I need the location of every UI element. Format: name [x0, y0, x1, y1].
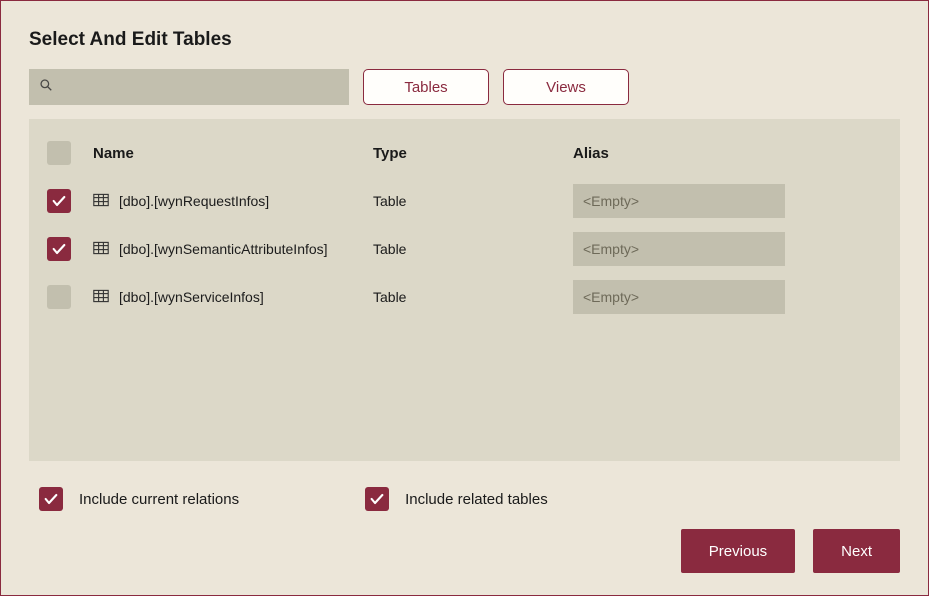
search-icon: [39, 78, 53, 97]
include-related-tables-label: Include related tables: [405, 491, 548, 508]
select-all-checkbox[interactable]: [47, 141, 71, 165]
table-row: [dbo].[wynServiceInfos] Table: [37, 273, 892, 321]
table-row: [dbo].[wynSemanticAttributeInfos] Table: [37, 225, 892, 273]
views-filter-button[interactable]: Views: [503, 69, 629, 105]
row-type: Table: [373, 289, 573, 305]
column-header-type: Type: [373, 145, 573, 162]
next-button[interactable]: Next: [813, 529, 900, 573]
row-checkbox[interactable]: [47, 237, 71, 261]
footer: Previous Next: [29, 529, 900, 573]
row-name: [dbo].[wynRequestInfos]: [119, 193, 269, 209]
tables-filter-button[interactable]: Tables: [363, 69, 489, 105]
row-checkbox[interactable]: [47, 189, 71, 213]
page-title: Select And Edit Tables: [29, 29, 900, 51]
alias-input[interactable]: [573, 232, 785, 266]
table-header-row: Name Type Alias: [37, 129, 892, 177]
include-current-relations-checkbox[interactable]: [39, 487, 63, 511]
toolbar: Tables Views: [29, 69, 900, 105]
previous-button[interactable]: Previous: [681, 529, 795, 573]
alias-input[interactable]: [573, 184, 785, 218]
search-input[interactable]: [53, 69, 339, 105]
include-current-relations-label: Include current relations: [79, 491, 239, 508]
row-type: Table: [373, 193, 573, 209]
row-name: [dbo].[wynSemanticAttributeInfos]: [119, 241, 328, 257]
table-icon: [93, 193, 109, 210]
table-icon: [93, 241, 109, 258]
row-checkbox[interactable]: [47, 285, 71, 309]
table-icon: [93, 289, 109, 306]
table-row: [dbo].[wynRequestInfos] Table: [37, 177, 892, 225]
alias-input[interactable]: [573, 280, 785, 314]
row-type: Table: [373, 241, 573, 257]
search-box[interactable]: [29, 69, 349, 105]
row-name: [dbo].[wynServiceInfos]: [119, 289, 264, 305]
include-related-tables-checkbox[interactable]: [365, 487, 389, 511]
tables-list: Name Type Alias [dbo].[wynRequestInfos] T…: [29, 119, 900, 461]
column-header-alias: Alias: [573, 145, 888, 162]
options-bar: Include current relations Include relate…: [29, 475, 900, 529]
column-header-name: Name: [93, 145, 373, 162]
